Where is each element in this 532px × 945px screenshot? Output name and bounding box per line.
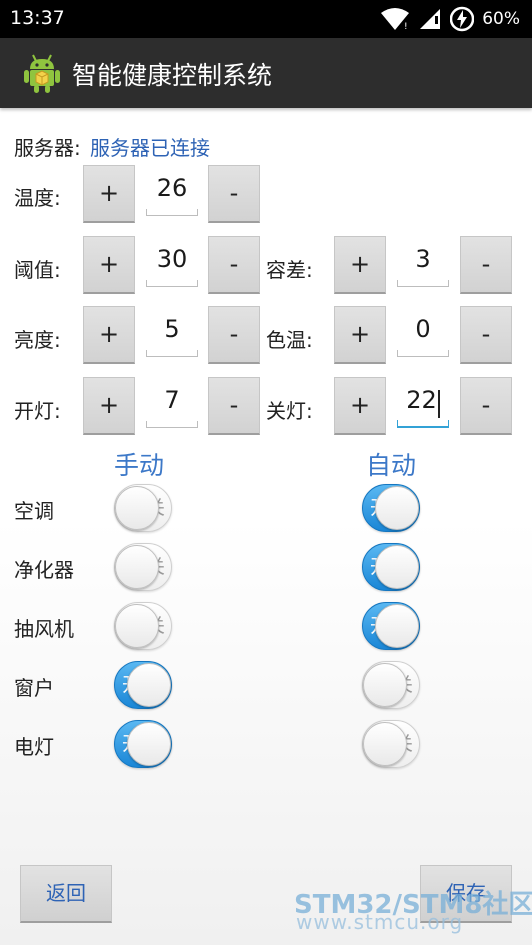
temperature-minus-button[interactable]: - xyxy=(208,165,260,223)
auto-column-header: 自动 xyxy=(366,451,417,480)
toggle-knob xyxy=(363,722,407,766)
toggle-knob xyxy=(127,722,171,766)
toggle-knob xyxy=(375,486,419,530)
threshold-value: 30 xyxy=(156,245,188,273)
server-status: 服务器已连接 xyxy=(90,136,210,160)
text-cursor xyxy=(437,389,440,418)
light-off-label: 关灯: xyxy=(266,399,313,423)
toggle-knob xyxy=(375,545,419,589)
auto-toggle-switch[interactable]: 关 xyxy=(362,661,420,709)
battery-charging-icon xyxy=(450,6,475,32)
toggle-knob xyxy=(375,604,419,648)
color-temp-label: 色温: xyxy=(266,328,313,352)
toggle-knob xyxy=(115,604,159,648)
brightness-field[interactable]: 5 xyxy=(146,307,198,357)
auto-toggle-switch[interactable]: 关 xyxy=(362,720,420,768)
device-label: 空调 xyxy=(14,499,54,523)
light-on-minus-button[interactable]: - xyxy=(208,377,260,435)
toggle-knob xyxy=(115,545,159,589)
brightness-value: 5 xyxy=(164,315,180,343)
battery-percent: 60% xyxy=(482,9,520,29)
brightness-plus-button[interactable]: + xyxy=(83,306,135,364)
light-off-minus-button[interactable]: - xyxy=(460,377,512,435)
status-time: 13:37 xyxy=(10,7,65,29)
light-off-field[interactable]: 22 xyxy=(397,378,449,428)
status-icons: ! 60% xyxy=(380,6,520,32)
wifi-icon: ! xyxy=(381,8,410,31)
tolerance-minus-button[interactable]: - xyxy=(460,236,512,294)
light-off-plus-button[interactable]: + xyxy=(334,377,386,435)
device-label: 电灯 xyxy=(14,735,54,759)
manual-toggle-switch[interactable]: 开 xyxy=(114,661,172,709)
color-temp-plus-button[interactable]: + xyxy=(334,306,386,364)
android-app-icon xyxy=(24,54,60,93)
status-bar: 13:37 ! 60% xyxy=(0,0,532,38)
threshold-minus-button[interactable]: - xyxy=(208,236,260,294)
light-on-value: 7 xyxy=(164,386,180,414)
server-label: 服务器: xyxy=(14,136,81,160)
brightness-minus-button[interactable]: - xyxy=(208,306,260,364)
toggle-knob xyxy=(363,663,407,707)
color-temp-field[interactable]: 0 xyxy=(397,307,449,357)
manual-column-header: 手动 xyxy=(114,451,165,480)
auto-toggle-switch[interactable]: 开 xyxy=(362,602,420,650)
temperature-value: 26 xyxy=(156,174,188,202)
threshold-plus-button[interactable]: + xyxy=(83,236,135,294)
temperature-plus-button[interactable]: + xyxy=(83,165,135,223)
light-on-plus-button[interactable]: + xyxy=(83,377,135,435)
manual-toggle-switch[interactable]: 关 xyxy=(114,602,172,650)
back-button[interactable]: 返回 xyxy=(20,865,112,923)
color-temp-value: 0 xyxy=(415,315,431,343)
threshold-field[interactable]: 30 xyxy=(146,237,198,287)
auto-toggle-switch[interactable]: 开 xyxy=(362,543,420,591)
toggle-knob xyxy=(115,486,159,530)
tolerance-field[interactable]: 3 xyxy=(397,237,449,287)
brightness-label: 亮度: xyxy=(14,328,61,352)
temperature-field[interactable]: 26 xyxy=(146,166,198,216)
action-bar: 智能健康控制系统 xyxy=(0,38,532,108)
toggle-knob xyxy=(127,663,171,707)
manual-toggle-switch[interactable]: 关 xyxy=(114,543,172,591)
auto-toggle-switch[interactable]: 开 xyxy=(362,484,420,532)
light-off-value: 22 xyxy=(406,386,437,414)
threshold-label: 阈值: xyxy=(14,258,61,282)
tolerance-plus-button[interactable]: + xyxy=(334,236,386,294)
save-button[interactable]: 保存 xyxy=(420,865,512,923)
app-title: 智能健康控制系统 xyxy=(72,61,273,90)
color-temp-minus-button[interactable]: - xyxy=(460,306,512,364)
tolerance-value: 3 xyxy=(415,245,431,273)
tolerance-label: 容差: xyxy=(266,258,313,282)
signal-icon xyxy=(420,9,441,29)
device-label: 抽风机 xyxy=(14,617,74,641)
device-label: 净化器 xyxy=(14,558,74,582)
svg-text:!: ! xyxy=(404,22,408,31)
light-on-field[interactable]: 7 xyxy=(146,378,198,428)
light-on-label: 开灯: xyxy=(14,399,61,423)
manual-toggle-switch[interactable]: 关 xyxy=(114,484,172,532)
device-label: 窗户 xyxy=(14,676,54,700)
temperature-label: 温度: xyxy=(14,186,61,210)
manual-toggle-switch[interactable]: 开 xyxy=(114,720,172,768)
